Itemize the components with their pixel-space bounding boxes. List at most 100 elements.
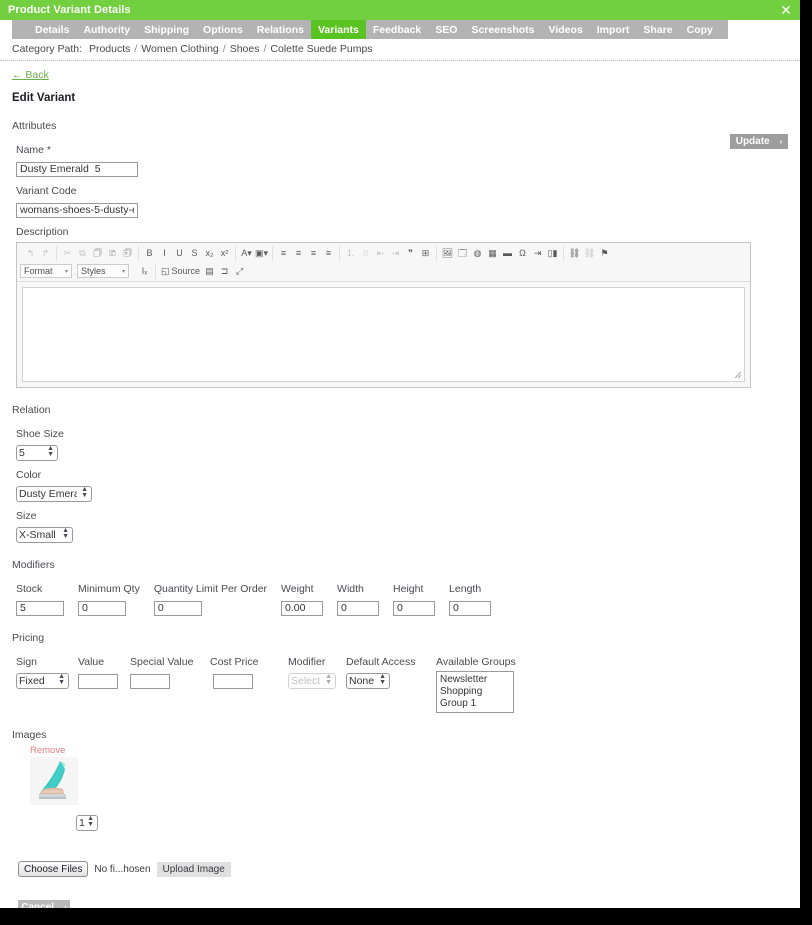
page-break-icon[interactable]: ⇥	[531, 247, 544, 260]
variant-code-input[interactable]	[16, 202, 138, 218]
description-editable-area[interactable]	[22, 287, 745, 382]
copy-icon[interactable]: ⧉	[76, 247, 89, 260]
modifier-field-input[interactable]	[78, 600, 126, 616]
image-thumbnail[interactable]	[30, 757, 78, 805]
upload-image-button[interactable]: Upload Image	[156, 861, 231, 877]
templates-icon[interactable]: ▤	[203, 265, 216, 278]
remove-format-icon[interactable]: Iₓ	[138, 265, 151, 278]
link-icon[interactable]: ⛓	[568, 247, 581, 260]
subscript-icon[interactable]: x₂	[203, 247, 216, 260]
available-group-option[interactable]: Shopping Group 1	[440, 686, 510, 710]
modifier-field-label: Stock	[16, 583, 43, 595]
superscript-icon[interactable]: x²	[218, 247, 231, 260]
source-button[interactable]: ◱ Source	[161, 266, 200, 277]
sign-select[interactable]: Fixed	[16, 673, 69, 689]
special-value-input[interactable]	[130, 673, 170, 689]
redo-icon[interactable]: ↱	[39, 247, 52, 260]
modifier-field-input[interactable]	[281, 600, 324, 616]
align-right-icon[interactable]: ≡	[307, 247, 320, 260]
file-upload-row: Choose Files No fi...hosen Upload Image	[18, 861, 788, 877]
paste-text-icon[interactable]: 🗈	[106, 247, 119, 260]
italic-icon[interactable]: I	[158, 247, 171, 260]
background-color-icon[interactable]: ▣▾	[255, 247, 268, 260]
align-center-icon[interactable]: ≡	[292, 247, 305, 260]
available-group-option[interactable]: Newsletter	[440, 674, 510, 686]
shoe-size-select[interactable]: 5	[16, 445, 58, 461]
breadcrumb-item[interactable]: Shoes	[230, 43, 260, 55]
underline-icon[interactable]: U	[173, 247, 186, 260]
blockquote-icon[interactable]: ❞	[404, 247, 417, 260]
indent-icon[interactable]: ⇥	[389, 247, 402, 260]
value-input[interactable]	[78, 673, 118, 689]
iframe-icon[interactable]: ◍	[471, 247, 484, 260]
sign-label: Sign	[16, 656, 38, 668]
modifier-field-input[interactable]	[337, 600, 380, 616]
flash-icon[interactable]: 🗔	[456, 247, 469, 260]
bulleted-list-icon[interactable]: ⁝⁝	[359, 247, 372, 260]
choose-files-button[interactable]: Choose Files	[18, 861, 89, 877]
editor-group-5: ⒈ ⁝⁝ ⇤ ⇥ ❞ ⊞	[340, 245, 437, 261]
update-button-top[interactable]: Update ›	[730, 134, 788, 149]
align-justify-icon[interactable]: ≡	[322, 247, 335, 260]
modifier-field-input[interactable]	[16, 600, 64, 616]
text-color-icon[interactable]: A▾	[240, 247, 253, 260]
modifier-field-input[interactable]	[153, 600, 202, 616]
tab-variants[interactable]: Variants	[310, 20, 366, 39]
modifier-field-input[interactable]	[449, 600, 492, 616]
breadcrumb-item[interactable]: Women Clothing	[141, 43, 218, 55]
editor-toolbar: ↰ ↱ ✂ ⧉ 🗇 🗈 🗊 B I U Sx₂ x² A▾ ▣▾ ≡ ≡ ≡ ≡ ⒈ ⁝⁝ ⇤ ⇥ ❞ ⊞ 🖼 🗔 ◍ ▦ ▬ Ω ⇥ ▯▮ ⛓…	[17, 243, 750, 282]
strikethrough-icon[interactable]: S	[188, 247, 201, 260]
breadcrumb-item[interactable]: Colette Suede Pumps	[270, 43, 372, 55]
format-combo[interactable]: Format ▾	[20, 264, 72, 278]
tab-videos[interactable]: Videos	[542, 20, 590, 39]
image-icon[interactable]: 🖼	[441, 247, 454, 260]
tab-options[interactable]: Options	[196, 20, 250, 39]
align-left-icon[interactable]: ≡	[277, 247, 290, 260]
special-character-icon[interactable]: Ω	[516, 247, 529, 260]
tab-share[interactable]: Share	[636, 20, 679, 39]
tab-import[interactable]: Import	[590, 20, 637, 39]
back-link[interactable]: ← Back	[12, 69, 49, 81]
anchor-icon[interactable]: ⚑	[598, 247, 611, 260]
available-groups-listbox[interactable]: Newsletter Shopping Group 1	[436, 671, 514, 713]
tab-copy[interactable]: Copy	[680, 20, 720, 39]
tab-details[interactable]: Details	[28, 20, 76, 39]
tab-shipping[interactable]: Shipping	[137, 20, 196, 39]
close-icon[interactable]: ✕	[778, 2, 794, 18]
editor-group-3: A▾ ▣▾	[236, 245, 273, 261]
smiley-icon[interactable]: ▯▮	[546, 247, 559, 260]
show-blocks-icon[interactable]: ⊐	[218, 265, 231, 278]
horizontal-rule-icon[interactable]: ▬	[501, 247, 514, 260]
tab-feedback[interactable]: Feedback	[366, 20, 428, 39]
color-select[interactable]: Dusty Emerald	[16, 486, 92, 502]
cost-price-input[interactable]	[213, 673, 253, 689]
unlink-icon[interactable]: ⛓	[583, 247, 596, 260]
bold-icon[interactable]: B	[143, 247, 156, 260]
outdent-icon[interactable]: ⇤	[374, 247, 387, 260]
remove-image-link[interactable]: Remove	[30, 745, 78, 756]
undo-icon[interactable]: ↰	[24, 247, 37, 260]
tab-screenshots[interactable]: Screenshots	[464, 20, 541, 39]
default-access-select[interactable]: None	[346, 673, 390, 689]
size-select[interactable]: X-Small	[16, 527, 73, 543]
tab-authority[interactable]: Authority	[76, 20, 137, 39]
create-div-icon[interactable]: ⊞	[419, 247, 432, 260]
image-order-select[interactable]: 1	[76, 815, 98, 831]
paste-word-icon[interactable]: 🗊	[121, 247, 134, 260]
table-icon[interactable]: ▦	[486, 247, 499, 260]
cut-icon[interactable]: ✂	[61, 247, 74, 260]
name-input[interactable]	[16, 161, 138, 177]
styles-combo[interactable]: Styles ▾	[77, 264, 129, 278]
pricing-default-access-field: Default Access None ▲ ▼	[346, 656, 436, 689]
teal-pump-shoe-image	[30, 757, 78, 805]
resize-handle-icon[interactable]	[735, 372, 742, 379]
paste-icon[interactable]: 🗇	[91, 247, 104, 260]
maximize-icon[interactable]: ⤢	[233, 265, 246, 278]
modifier-select[interactable]: Select	[288, 673, 336, 689]
tab-relations[interactable]: Relations	[250, 20, 311, 39]
modifier-field-input[interactable]	[393, 600, 436, 616]
numbered-list-icon[interactable]: ⒈	[344, 247, 357, 260]
breadcrumb-item[interactable]: Products	[89, 43, 130, 55]
tab-seo[interactable]: SEO	[428, 20, 464, 39]
cancel-button[interactable]: Cancel ›	[18, 900, 70, 908]
